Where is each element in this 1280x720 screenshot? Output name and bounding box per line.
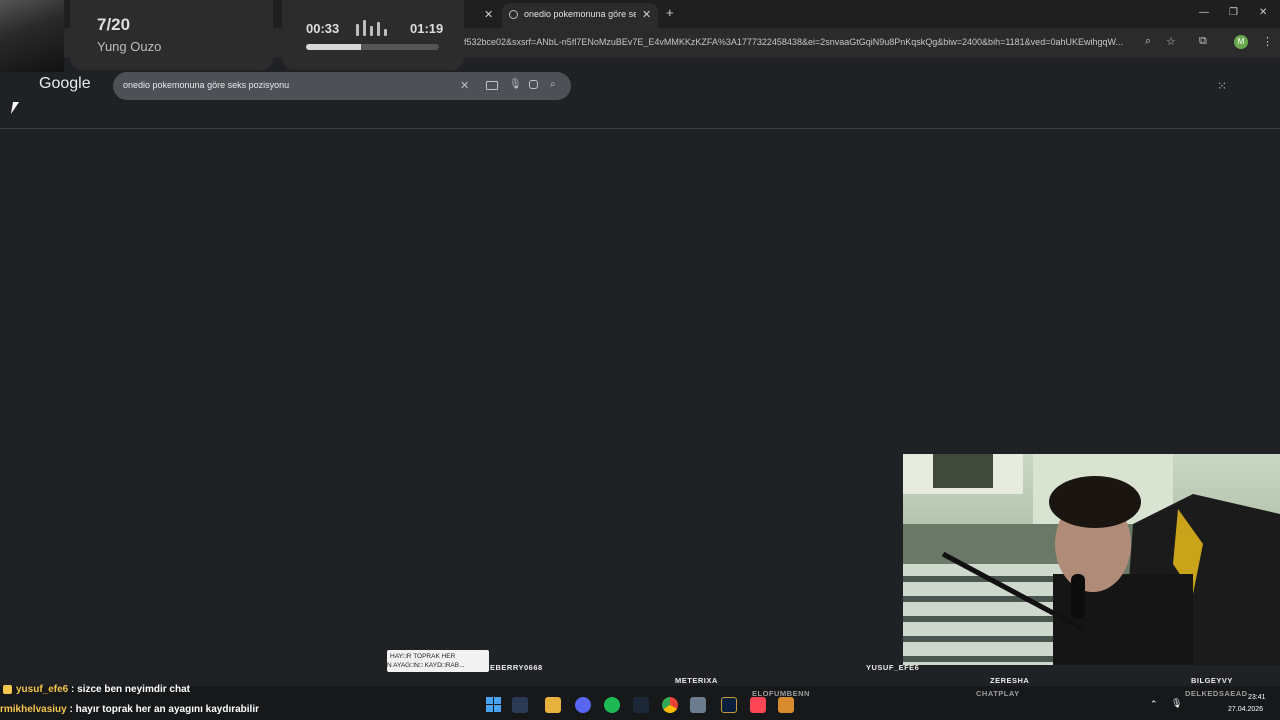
equalizer-icon [356,20,392,36]
extensions-icon[interactable]: ⧉ [1199,35,1207,48]
chat-message: yusuf_efe6 : sizce ben neyimdir chat [16,684,190,695]
playback-progress[interactable] [306,44,439,50]
search-icon[interactable]: ⌕ [550,79,556,90]
bookmark-star-icon[interactable]: ☆ [1166,35,1176,48]
new-tab-button[interactable]: + [666,5,674,20]
clock-time[interactable]: 23:41 [1248,694,1266,701]
alert-line-1: HAY□R TOPRAK HER [390,653,456,660]
viewer-name: YUSUF_EFE6 [866,663,920,672]
alert-line-2: N AYAG□N□ KAYD□RAB... [387,662,465,669]
stream-alert: HAY□R TOPRAK HER N AYAG□N□ KAYD□RAB... [387,650,489,672]
tab-active[interactable]: onedio pokemonuna göre seks [502,3,658,28]
menu-kebab-icon[interactable]: ⋮ [1262,35,1273,48]
microphone-icon[interactable]: 🎙︎ [509,79,522,90]
tray-microphone-icon[interactable]: 🎙︎ [1171,698,1182,709]
tray-chevron-icon[interactable]: ⌃ [1150,699,1158,710]
active-tab-close-icon[interactable]: ✕ [642,8,651,21]
discord-icon[interactable] [575,697,591,713]
file-explorer-icon[interactable] [545,697,561,713]
chat-username: rmikhelvasiuy [0,704,67,715]
tab-favicon-icon [509,10,518,19]
time-elapsed: 00:33 [306,21,340,36]
chat-badge-icon [3,685,12,694]
mouse-cursor [10,102,20,114]
url-field[interactable]: f532bce02&sxsrf=ANbL-n5fl7ENoMzuBEv7E_E4… [464,37,1136,47]
tab-close-icon[interactable]: ✕ [484,8,493,21]
viewer-name: METERIXA [675,676,718,685]
artist-name: Yung Ouzo [97,39,162,54]
track-number: 7/20 [97,15,131,34]
app-icon[interactable] [778,697,794,713]
window-close-icon[interactable]: ✕ [1259,7,1267,18]
tool-icon[interactable] [690,697,706,713]
playback-progress-fill [306,44,361,50]
webcam-scene [903,454,1280,665]
album-art [0,0,64,72]
header-divider [0,128,1280,129]
search-input[interactable]: onedio pokemonuna göre seks pozisyonu [123,80,289,90]
chat-username: yusuf_efe6 [16,684,69,695]
apps-grid-icon[interactable]: ⁙ [1217,79,1227,93]
clock-date[interactable]: 27.04.2026 [1228,706,1263,713]
viewer-name: ZERESHA [990,676,1030,685]
chat-text: : hayır toprak her an ayagını kaydırabil… [66,704,260,715]
profile-avatar[interactable]: M [1234,35,1248,49]
valorant-icon[interactable] [750,697,766,713]
zoom-search-icon[interactable]: ⌕ [1145,35,1151,48]
windows-start-icon[interactable] [486,697,501,712]
viewer-name: EBERRY0668 [490,663,543,672]
viewer-name: BILGEYVY [1191,676,1233,685]
lens-icon[interactable] [529,80,538,89]
chrome-icon[interactable] [662,697,678,713]
clear-search-icon[interactable]: ✕ [460,79,469,92]
keyboard-icon[interactable] [486,81,498,90]
now-playing-card [70,0,273,70]
spotify-icon[interactable] [604,697,620,713]
league-icon[interactable] [721,697,737,713]
chat-message: rmikhelvasiuy : hayır toprak her an ayag… [0,704,259,715]
time-total: 01:19 [410,21,444,36]
app-icon[interactable] [512,697,528,713]
minimize-icon[interactable]: — [1199,7,1209,18]
steam-icon[interactable] [633,697,649,713]
google-logo[interactable]: Google [39,75,91,93]
tab-title: onedio pokemonuna göre seks [524,9,636,19]
webcam-feed [903,454,1280,665]
chat-text: : sizce ben neyimdir chat [68,684,190,695]
maximize-icon[interactable]: ❐ [1229,7,1238,18]
